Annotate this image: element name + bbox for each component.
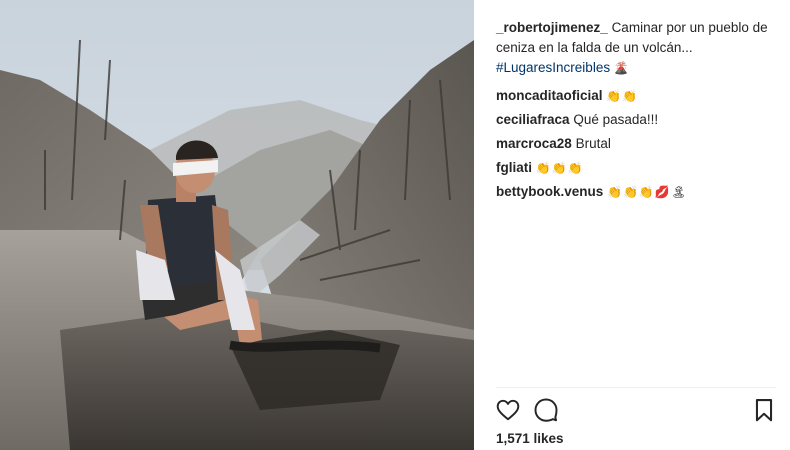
comments-list: _robertojimenez_ Caminar por un pueblo d… [496,18,778,206]
comment-emoji: 👏👏👏 [535,161,584,175]
caption-author[interactable]: _robertojimenez_ [496,20,608,35]
comment-username[interactable]: ceciliafraca [496,112,570,127]
save-button[interactable] [750,396,778,424]
likes-count[interactable]: 1,571 likes [496,431,564,446]
comment-row: ceciliafraca Qué pasada!!! [496,110,778,134]
comment-text: Qué pasada!!! [573,112,659,127]
post-side-panel: _robertojimenez_ Caminar por un pueblo d… [474,0,790,450]
comment-emoji: 👏👏👏💋🏝 [607,185,688,199]
comment-text: Brutal [575,136,611,151]
post-photo[interactable] [0,0,474,450]
like-button[interactable] [494,396,522,424]
comment-button[interactable] [532,396,560,424]
volcano-emoji: 🌋 [613,61,630,75]
actions-divider [496,387,776,388]
hashtag-link[interactable]: #LugaresIncreibles [496,58,610,78]
post-caption: _robertojimenez_ Caminar por un pueblo d… [496,18,778,78]
comment-row: moncaditaoficial 👏👏 [496,86,778,110]
comment-emoji: 👏👏 [606,89,639,103]
comment-row: marcroca28 Brutal [496,134,778,158]
comment-username[interactable]: bettybook.venus [496,184,603,199]
comment-username[interactable]: marcroca28 [496,136,572,151]
heart-icon [496,399,520,421]
volcanic-landscape-image [0,0,474,450]
comment-row: bettybook.venus 👏👏👏💋🏝 [496,182,778,206]
post-actions-bar [496,396,776,426]
speech-bubble-icon [534,398,558,422]
comment-username[interactable]: moncaditaoficial [496,88,603,103]
comment-row: fgliati 👏👏👏 [496,158,778,182]
bookmark-icon [755,399,773,422]
instagram-post: _robertojimenez_ Caminar por un pueblo d… [0,0,790,450]
comment-username[interactable]: fgliati [496,160,532,175]
